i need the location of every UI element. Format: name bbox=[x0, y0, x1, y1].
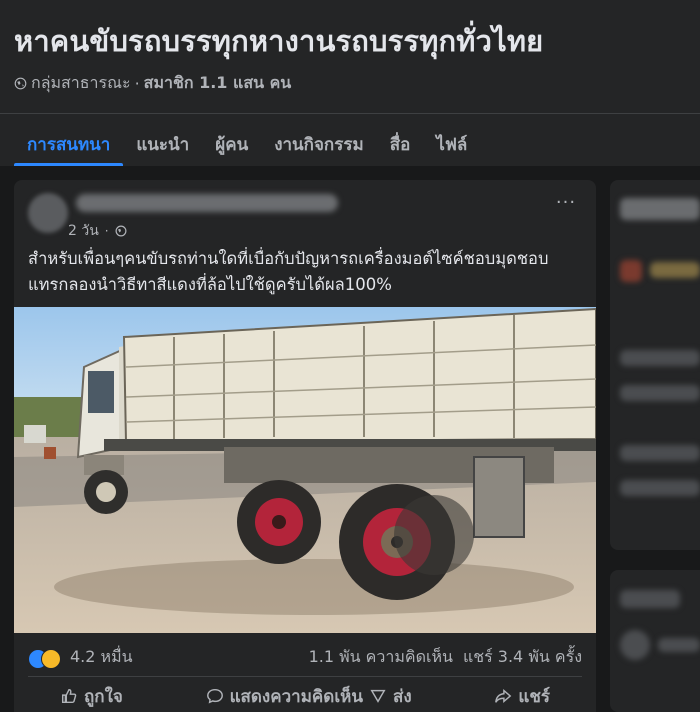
globe-icon bbox=[14, 77, 27, 90]
comment-icon bbox=[206, 688, 223, 704]
comments-count[interactable]: 1.1 พัน ความคิดเห็น bbox=[309, 645, 453, 670]
post-actions: ถูกใจ แสดงความคิดเห็น ส่ง แชร์ bbox=[28, 680, 582, 712]
send-label: ส่ง bbox=[392, 686, 412, 707]
tab-people[interactable]: ผู้คน bbox=[202, 122, 261, 166]
share-icon bbox=[495, 689, 512, 703]
like-button[interactable]: ถูกใจ bbox=[28, 680, 155, 712]
right-sidebar bbox=[610, 180, 700, 712]
like-label: ถูกใจ bbox=[84, 686, 123, 707]
group-tabs: การสนทนา แนะนำ ผู้คน งานกิจกรรม สื่อ ไฟล… bbox=[14, 122, 480, 166]
meta-separator: · bbox=[134, 74, 140, 93]
comment-button[interactable]: แสดงความคิดเห็น ส่ง bbox=[174, 680, 444, 712]
post-time-label[interactable]: 2 วัน bbox=[68, 220, 99, 242]
sidebar-card bbox=[610, 570, 700, 712]
group-meta: กลุ่มสาธารณะ · สมาชิก 1.1 แสน คน bbox=[14, 71, 291, 96]
post-card: 2 วัน · ··· สำหรับเพื่อนๆคนขับรถท่านใดที… bbox=[14, 180, 596, 712]
reactions-summary[interactable]: 4.2 หมื่น bbox=[28, 645, 133, 670]
comment-label: แสดงความคิดเห็น bbox=[229, 686, 363, 707]
group-privacy: กลุ่มสาธารณะ bbox=[31, 73, 131, 92]
post-stats: 1.1 พัน ความคิดเห็น แชร์ 3.4 พัน ครั้ง bbox=[309, 645, 582, 670]
reactions-count[interactable]: 4.2 หมื่น bbox=[70, 645, 133, 670]
header-divider bbox=[0, 113, 700, 114]
tab-discussion[interactable]: การสนทนา bbox=[14, 122, 124, 166]
tab-events[interactable]: งานกิจกรรม bbox=[261, 122, 376, 166]
shares-count[interactable]: แชร์ 3.4 พัน ครั้ง bbox=[463, 645, 582, 670]
thumbs-up-icon bbox=[61, 688, 77, 704]
post-timestamp: 2 วัน · bbox=[68, 220, 127, 242]
share-label: แชร์ bbox=[518, 686, 550, 707]
tab-featured[interactable]: แนะนำ bbox=[123, 122, 202, 166]
group-title[interactable]: หาคนขับรถบรรทุกหางานรถบรรทุกทั่วไทย bbox=[14, 18, 543, 64]
share-button[interactable]: แชร์ bbox=[462, 680, 582, 712]
more-icon[interactable]: ··· bbox=[550, 194, 582, 216]
haha-reaction-icon bbox=[41, 648, 61, 669]
tab-media[interactable]: สื่อ bbox=[377, 122, 424, 166]
post-photo[interactable] bbox=[14, 307, 596, 633]
send-icon bbox=[370, 689, 386, 703]
actions-divider bbox=[28, 676, 582, 677]
time-separator: · bbox=[104, 224, 109, 238]
group-header: หาคนขับรถบรรทุกหางานรถบรรทุกทั่วไทย กลุ่… bbox=[0, 0, 700, 166]
tab-files[interactable]: ไฟล์ bbox=[423, 122, 480, 166]
sidebar-card bbox=[610, 180, 700, 550]
avatar[interactable] bbox=[28, 193, 68, 233]
globe-icon bbox=[115, 225, 127, 237]
post-text: สำหรับเพื่อนๆคนขับรถท่านใดที่เบื่อกับปัญ… bbox=[28, 249, 549, 294]
author-name[interactable] bbox=[76, 194, 338, 212]
member-count[interactable]: สมาชิก 1.1 แสน คน bbox=[144, 71, 292, 96]
